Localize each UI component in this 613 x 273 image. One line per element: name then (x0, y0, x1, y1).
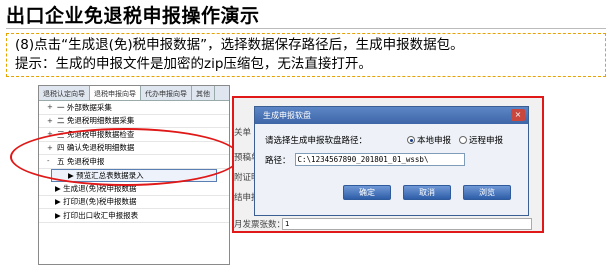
expand-icon[interactable]: + (47, 130, 57, 138)
tree-subitem-print-data[interactable]: ▶ 打印退(免)税申报数据 (39, 196, 229, 209)
radio-label: 本地申报 (417, 136, 452, 146)
confirm-button[interactable]: 确定 (343, 185, 391, 200)
invoice-count-label: 月发票张数： (234, 220, 282, 230)
tree-subitem-generate-data[interactable]: ▶ 生成退(免)税申报数据 (39, 182, 229, 196)
tree-item-confirm-detail[interactable]: + 四 确认免退税明细数据 (39, 142, 229, 155)
dialog-title: 生成申报软盘 (255, 107, 528, 124)
navigator-tabs: 退税认定向导 退税申报向导 代办申报向导 其他 (39, 86, 229, 101)
tree-item-external-data[interactable]: + 一 外部数据采集 (39, 101, 229, 115)
close-icon[interactable]: × (511, 109, 525, 121)
expand-icon[interactable]: + (47, 117, 57, 125)
dialog-screenshot: 关单 预稿单 附证明 结申报 月发票张数： 1 生成申报软盘 × 请选择生成申报… (232, 96, 544, 233)
tree-subitem-print-report[interactable]: ▶ 打印出口收汇申报报表 (39, 209, 229, 223)
tree-item-declaration[interactable]: - 五 免退税申报 (39, 155, 229, 169)
invoice-count-field[interactable]: 1 (282, 218, 532, 230)
path-input[interactable]: C:\1234567890_201801_01_wssb\ (294, 153, 465, 166)
tree-subitem-summary-entry[interactable]: ▶ 预览汇总表数据录入 (51, 168, 217, 182)
tree-item-label: 五 免退税申报 (57, 156, 105, 166)
cancel-button[interactable]: 取消 (403, 185, 451, 200)
tree-item-label: 三 免退税申报数据检查 (57, 129, 135, 139)
collapse-icon[interactable]: - (47, 157, 57, 165)
tab-certification-wizard[interactable]: 退税认定向导 (39, 86, 90, 100)
instruction-tip: 提示：生成的申报文件是加密的zip压缩包，无法直接打开。 (15, 56, 372, 72)
tree-item-data-check[interactable]: + 三 免退税申报数据检查 (39, 128, 229, 142)
radio-unselected-icon[interactable] (459, 136, 468, 144)
tab-declaration-wizard[interactable]: 退税申报向导 (90, 86, 141, 100)
instruction-box: (8)点击“生成退(免)税申报数据”，选择数据保存路径后，生成申报数据包。 提示… (6, 33, 606, 77)
title-divider (6, 28, 606, 29)
radio-remote-declare[interactable]: 远程申报 (459, 134, 503, 146)
generate-disk-dialog: 生成申报软盘 × 请选择生成申报软盘路径： 本地申报 远程申报 路径： C:\1… (254, 106, 529, 216)
tab-agent-wizard[interactable]: 代办申报向导 (141, 86, 192, 100)
instruction-step: (8)点击“生成退(免)税申报数据”，选择数据保存路径后，生成申报数据包。 (15, 37, 464, 53)
tree-item-label: 一 外部数据采集 (57, 102, 112, 112)
tab-other[interactable]: 其他 (192, 86, 215, 100)
radio-label: 远程申报 (469, 136, 504, 146)
background-label: 预稿单 (234, 153, 256, 163)
background-label: 结申报 (234, 193, 256, 203)
radio-local-declare[interactable]: 本地申报 (407, 134, 451, 146)
expand-icon[interactable]: + (47, 103, 57, 111)
tree-item-label: 四 确认免退税明细数据 (57, 143, 135, 153)
path-label: 路径： (265, 155, 291, 166)
browse-button[interactable]: 浏览 (463, 185, 511, 200)
expand-icon[interactable]: + (47, 144, 57, 152)
tree-item-detail-collection[interactable]: + 二 免退税明细数据采集 (39, 115, 229, 128)
tree-item-label: 二 免退税明细数据采集 (57, 116, 135, 126)
path-prompt: 请选择生成申报软盘路径： (265, 136, 368, 146)
slide-title: 出口企业免退税申报操作演示 (6, 5, 260, 27)
radio-selected-icon[interactable] (407, 136, 415, 144)
background-label: 附证明 (234, 173, 256, 183)
declaration-navigator-panel: 退税认定向导 退税申报向导 代办申报向导 其他 + 一 外部数据采集 + 二 免… (38, 85, 230, 265)
background-label: 关单 (234, 128, 252, 138)
